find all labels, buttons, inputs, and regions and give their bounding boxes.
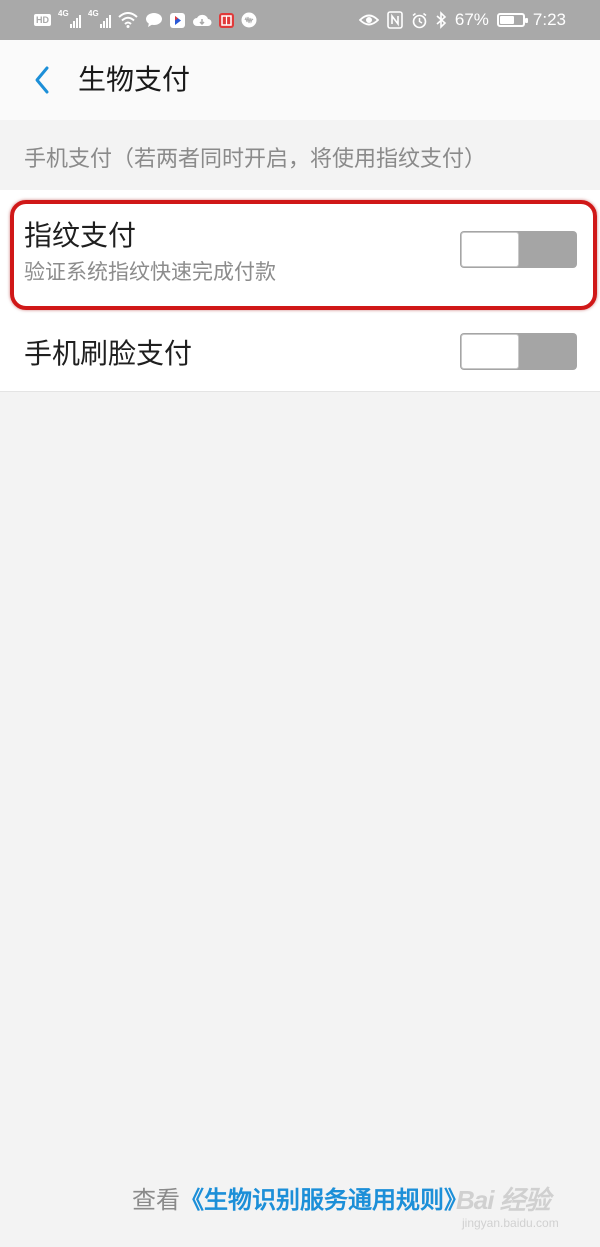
- clock: 7:23: [532, 10, 566, 29]
- face-pay-toggle[interactable]: [460, 333, 577, 370]
- footer-prefix: 查看: [132, 1186, 180, 1214]
- signal-icon: 4G: [88, 9, 111, 28]
- toggle-knob: [461, 334, 519, 369]
- battery-percent: 67%: [454, 10, 489, 29]
- hd-badge-icon: HD: [34, 14, 51, 26]
- app-header: 生物支付: [0, 40, 600, 120]
- fingerprint-pay-toggle[interactable]: [460, 231, 577, 268]
- watermark-logo: Bai 经验: [456, 1185, 551, 1215]
- cloud-icon: [193, 14, 212, 26]
- network-type-label: 4G: [58, 9, 69, 18]
- watermark-url: jingyan.baidu.com: [462, 1216, 559, 1230]
- toggle-knob: [461, 232, 519, 267]
- wifi-icon: [118, 12, 138, 28]
- reader-app-icon: [219, 12, 234, 28]
- fingerprint-pay-title: 指纹支付: [24, 219, 137, 252]
- eye-icon: [358, 14, 379, 26]
- audio-app-icon: [241, 12, 257, 28]
- back-button[interactable]: [22, 58, 62, 102]
- status-bar: HD 4G 4G 67% 7:23: [0, 0, 600, 40]
- fingerprint-pay-subtitle: 验证系统指纹快速完成付款: [24, 260, 276, 284]
- chevron-left-icon: [35, 66, 49, 94]
- bluetooth-icon: [436, 11, 447, 29]
- face-pay-title: 手机刷脸支付: [24, 337, 193, 370]
- page-title: 生物支付: [78, 63, 191, 96]
- setting-row-face-pay[interactable]: 手机刷脸支付: [0, 308, 600, 392]
- alarm-icon: [412, 12, 427, 28]
- signal-icon: 4G: [58, 9, 81, 28]
- chat-bubble-icon: [146, 13, 162, 27]
- status-left-icons: HD 4G 4G: [34, 9, 257, 31]
- video-app-icon: [170, 12, 185, 28]
- battery-icon: [496, 13, 528, 27]
- status-right-icons: 67% 7:23: [358, 9, 566, 31]
- network-type-label: 4G: [88, 9, 99, 18]
- setting-row-fingerprint-pay[interactable]: 指纹支付 验证系统指纹快速完成付款: [0, 190, 600, 308]
- baidu-jingyan-watermark: Bai 经验 jingyan.baidu.com: [456, 1178, 596, 1238]
- biometric-rules-link[interactable]: 《生物识别服务通用规则》: [180, 1186, 468, 1214]
- nfc-icon: [387, 11, 403, 29]
- battery-level: [499, 16, 514, 24]
- section-label: 手机支付（若两者同时开启，将使用指纹支付）: [24, 147, 487, 172]
